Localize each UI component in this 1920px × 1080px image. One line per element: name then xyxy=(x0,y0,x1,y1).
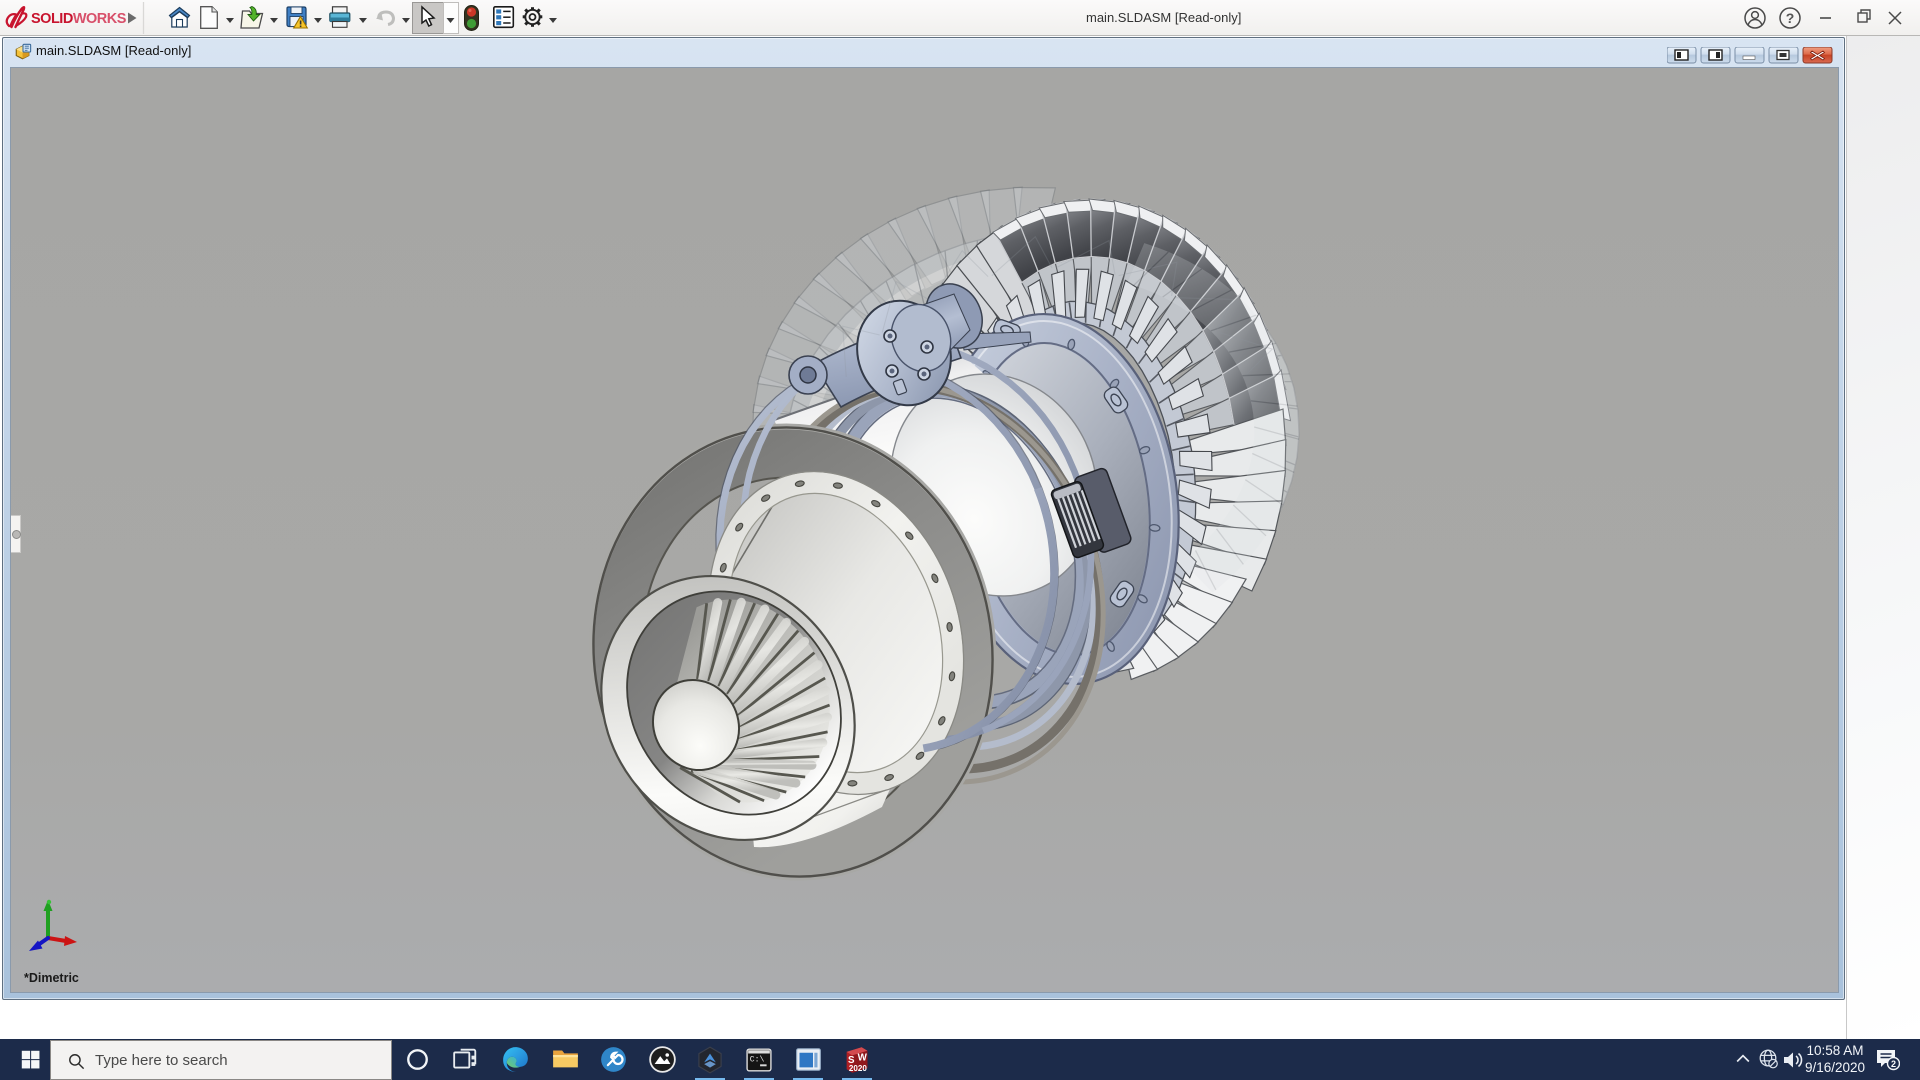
svg-text:2: 2 xyxy=(1891,1059,1896,1069)
svg-text:SOLIDWORKS: SOLIDWORKS xyxy=(31,11,127,27)
svg-text:2020: 2020 xyxy=(849,1063,867,1072)
svg-text:C:\: C:\ xyxy=(750,1055,765,1064)
svg-text:W: W xyxy=(858,1052,868,1063)
svg-text:?: ? xyxy=(1786,10,1795,26)
